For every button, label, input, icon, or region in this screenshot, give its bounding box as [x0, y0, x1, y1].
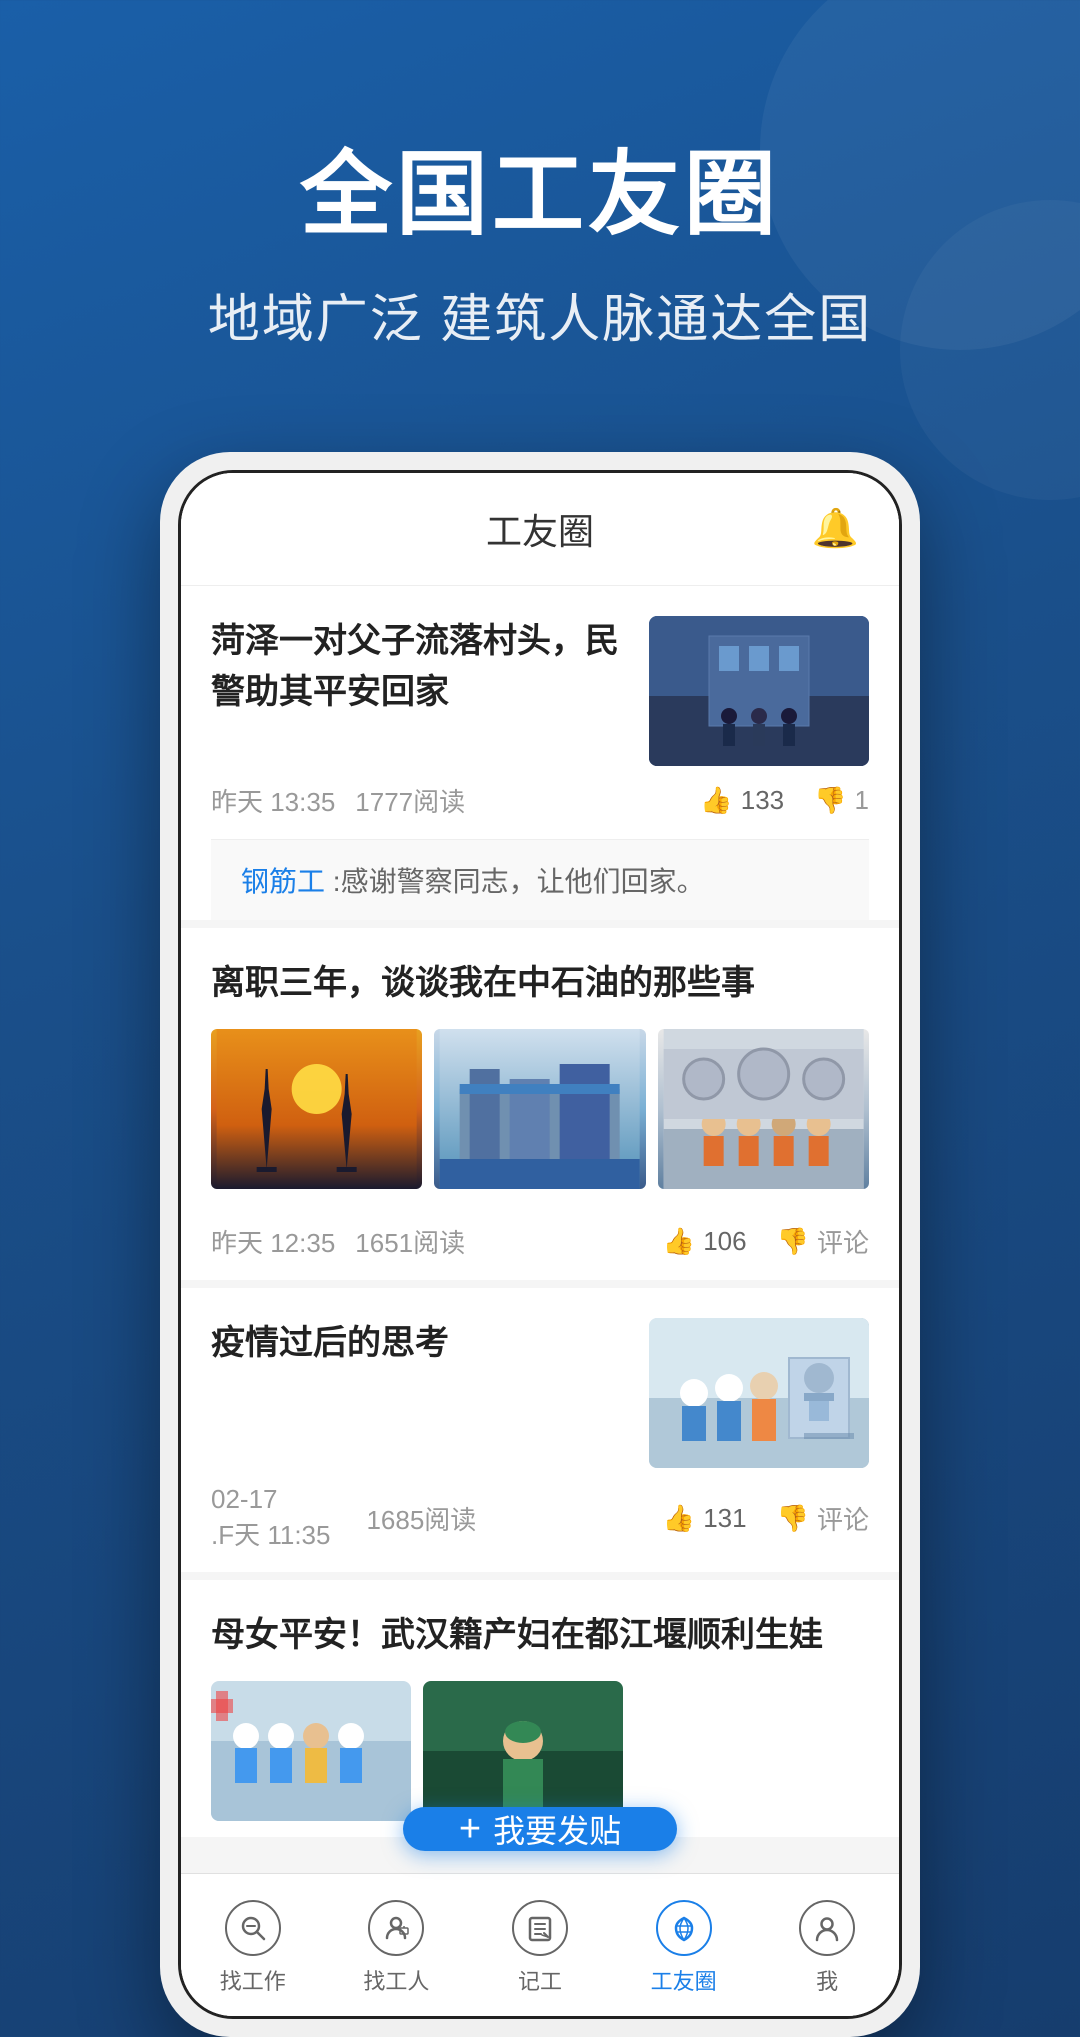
dislike-btn-2[interactable]: 👎 评论: [777, 1223, 869, 1260]
like-icon-3: 👍: [663, 1503, 695, 1534]
post-item-1[interactable]: 菏泽一对父子流落村头，民警助其平安回家: [181, 586, 899, 928]
dislike-btn-3[interactable]: 👎 评论: [777, 1500, 869, 1537]
dislike-label-2: 评论: [817, 1223, 869, 1260]
record-icon: [512, 1900, 568, 1956]
post-title-3: 疫情过后的思考: [211, 1318, 633, 1369]
like-btn-1[interactable]: 👍 133: [700, 785, 784, 816]
dislike-icon-3: 👎: [777, 1503, 809, 1534]
post-meta-1: 昨天 13:35 1777阅读 👍 133 👎 1: [211, 766, 869, 839]
bottom-nav-section: + 我要发贴: [181, 1837, 899, 2016]
profile-label: 我: [816, 1964, 838, 1996]
post-image-1: [649, 616, 869, 766]
post-title-2: 离职三年，谈谈我在中石油的那些事: [211, 958, 869, 1009]
like-count-2: 106: [703, 1226, 746, 1257]
post-reads-3: 1685阅读: [366, 1500, 662, 1537]
dislike-icon-2: 👎: [777, 1226, 809, 1257]
post-meta-2: 昨天 12:35 1651阅读 👍 106 👎 评论: [211, 1207, 869, 1280]
post-time-2: 昨天 12:35: [211, 1223, 335, 1260]
bottom-nav: 找工作: [181, 1873, 899, 2016]
post-image-4b: [423, 1681, 623, 1821]
record-label: 记工: [518, 1964, 562, 1996]
like-btn-3[interactable]: 👍 131: [663, 1503, 747, 1534]
like-count-3: 131: [703, 1503, 746, 1534]
comment-username-1: 钢筋工: [241, 866, 325, 897]
post-reads-1: 1777阅读: [355, 782, 700, 819]
post-title-4: 母女平安！武汉籍产妇在都江堰顺利生娃: [211, 1610, 869, 1661]
feed-container: 菏泽一对父子流落村头，民警助其平安回家: [181, 586, 899, 1837]
post-meta-3: 02-17 .F天 11:35 1685阅读 👍 131 👎: [211, 1468, 869, 1572]
post-image-3: [649, 1318, 869, 1468]
nav-find-worker[interactable]: 找工人: [325, 1890, 469, 2006]
post-time-1: 昨天 13:35: [211, 782, 335, 819]
phone-mockup: 工友圈 🔔 菏泽一对父子流落村头，民警助其平安回家: [0, 412, 1080, 2037]
post-title-1: 菏泽一对父子流落村头，民警助其平安回家: [211, 616, 633, 718]
worker-circle-icon: [656, 1900, 712, 1956]
comment-text-1: :感谢警察同志，让他们回家。: [333, 866, 705, 897]
post-item-2[interactable]: 离职三年，谈谈我在中石油的那些事: [181, 928, 899, 1288]
nav-worker-circle[interactable]: 工友圈: [612, 1890, 756, 2006]
find-work-icon: [225, 1900, 281, 1956]
fab-label: 我要发贴: [493, 1806, 621, 1852]
dislike-count-1: 1: [855, 785, 869, 816]
main-title: 全国工友圈: [60, 120, 1020, 253]
post-image-2c: [658, 1029, 869, 1189]
fab-plus-icon: +: [459, 1808, 481, 1851]
dislike-icon-1: 👎: [814, 785, 846, 816]
like-count-1: 133: [741, 785, 784, 816]
post-image-2b: [434, 1029, 645, 1189]
dislike-label-3: 评论: [817, 1500, 869, 1537]
post-item-4[interactable]: 母女平安！武汉籍产妇在都江堰顺利生娃: [181, 1580, 899, 1837]
comment-preview-1: 钢筋工 :感谢警察同志，让他们回家。: [211, 839, 869, 920]
header-section: 全国工友圈 地域广泛 建筑人脉通达全国: [0, 0, 1080, 412]
find-work-label: 找工作: [220, 1964, 286, 1996]
like-icon-1: 👍: [700, 785, 732, 816]
topbar-title: 工友圈: [486, 503, 594, 555]
profile-icon: [799, 1900, 855, 1956]
nav-find-work[interactable]: 找工作: [181, 1890, 325, 2006]
sub-title: 地域广泛 建筑人脉通达全国: [60, 277, 1020, 352]
post-image-4a: [211, 1681, 411, 1821]
post-time-3: 02-17 .F天 11:35: [211, 1484, 330, 1552]
bell-icon[interactable]: 🔔: [812, 507, 859, 551]
post-image-2a: [211, 1029, 422, 1189]
post-reads-2: 1651阅读: [355, 1223, 663, 1260]
nav-record[interactable]: 记工: [468, 1890, 612, 2006]
dislike-btn-1[interactable]: 👎 1: [814, 785, 869, 816]
app-topbar: 工友圈 🔔: [181, 473, 899, 586]
nav-profile[interactable]: 我: [755, 1890, 899, 2006]
like-btn-2[interactable]: 👍 106: [663, 1226, 747, 1257]
find-worker-icon: [368, 1900, 424, 1956]
find-worker-label: 找工人: [363, 1964, 429, 1996]
worker-circle-label: 工友圈: [651, 1964, 717, 1996]
post-item-3[interactable]: 疫情过后的思考: [181, 1288, 899, 1580]
post-images-2: [211, 1029, 869, 1189]
fab-button[interactable]: + 我要发贴: [403, 1807, 677, 1851]
like-icon-2: 👍: [663, 1226, 695, 1257]
